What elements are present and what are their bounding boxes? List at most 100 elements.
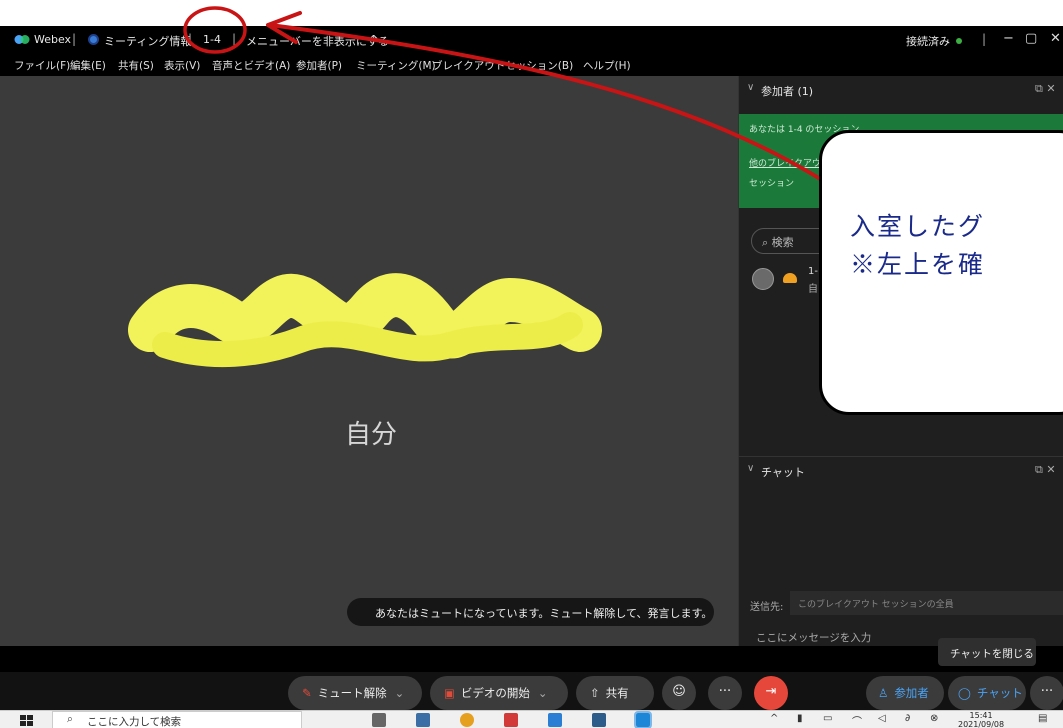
chevron-down-icon[interactable]: ∨ xyxy=(747,463,754,474)
send-to-label: 送信先: xyxy=(750,602,784,613)
share-icon: ⇧ xyxy=(590,686,600,700)
more-options-button[interactable]: ··· xyxy=(708,676,742,710)
video-off-icon: ▣ xyxy=(444,686,455,700)
search-icon: ⌕ xyxy=(762,236,772,249)
meeting-controls: ✎ ミュート解除 ⌄ ▣ ビデオの開始 ⌄ ⇧ 共有 ☺ ··· ⇥ ♙ 参加者 ◯ チャット… xyxy=(0,672,1063,710)
menu-view[interactable]: 表示(V) xyxy=(164,58,200,73)
taskbar-search-input[interactable]: ⌕ ここに入力して検索 xyxy=(52,711,302,728)
participants-panel-title: 参加者 (1) xyxy=(761,85,814,98)
tray-icon[interactable]: ▮ xyxy=(797,713,803,724)
self-label: 自分 xyxy=(345,420,398,450)
popout-close-icon[interactable]: ⧉ ✕ xyxy=(1035,82,1056,96)
chat-button[interactable]: ◯ チャット xyxy=(948,676,1026,710)
tray-icon[interactable]: ⊗ xyxy=(930,713,938,724)
mute-notice: あなたはミュートになっています。ミュート解除して、発言します。 xyxy=(347,598,714,626)
menu-participants[interactable]: 参加者(P) xyxy=(296,58,342,73)
windows-start-icon[interactable] xyxy=(20,715,33,726)
unmute-button[interactable]: ✎ ミュート解除 ⌄ xyxy=(288,676,422,710)
session-name: 1-4 xyxy=(203,33,221,46)
menu-bar: ファイル(F) 編集(E) 共有(S) 表示(V) 音声とビデオ(A) 参加者(… xyxy=(0,54,1063,76)
menu-breakout[interactable]: ブレイクアウトセッション(B) xyxy=(432,58,573,73)
taskbar-search-placeholder: ここに入力して検索 xyxy=(87,716,182,728)
chrome-icon[interactable] xyxy=(460,713,474,727)
network-icon[interactable]: ⌒ xyxy=(852,713,862,728)
send-to-select[interactable]: このブレイクアウト セッションの全員 xyxy=(790,591,1063,615)
windows-taskbar: ⌕ ここに入力して検索 ^ ▮ ▭ ⌒ ◁ ∂ ⊗ 15:41 2021/09/… xyxy=(0,710,1063,728)
menu-share[interactable]: 共有(S) xyxy=(118,58,154,73)
chevron-down-icon[interactable]: ⌄ xyxy=(538,686,548,700)
session-item[interactable]: セッション xyxy=(749,176,794,189)
person-icon: ♙ xyxy=(878,686,889,700)
edge-icon[interactable] xyxy=(548,713,562,727)
search-icon: ⌕ xyxy=(67,713,73,725)
volume-icon[interactable]: ◁ xyxy=(878,713,886,724)
chat-panel-header[interactable]: ∨ チャット ⧉ ✕ xyxy=(739,456,1063,482)
app-icon[interactable] xyxy=(504,713,518,727)
tray-icon[interactable]: ▭ xyxy=(823,713,832,724)
participants-button[interactable]: ♙ 参加者 xyxy=(866,676,944,710)
host-icon xyxy=(783,273,797,283)
chat-panel-title: チャット xyxy=(761,466,805,479)
separator: | xyxy=(232,32,237,46)
menu-audio-video[interactable]: 音声とビデオ(A) xyxy=(212,58,290,73)
participant-sub: 自 xyxy=(808,284,818,295)
callout-line-1: 入室したグ xyxy=(850,212,986,241)
separator: | xyxy=(188,32,193,46)
participants-panel-header[interactable]: ∨ 参加者 (1) ⧉ ✕ xyxy=(739,76,1063,102)
chat-label: チャット xyxy=(976,686,1023,700)
clock-time: 15:41 xyxy=(969,711,993,720)
file-explorer-icon[interactable] xyxy=(416,713,430,727)
more-icon: ··· xyxy=(718,684,732,699)
popout-close-icon[interactable]: ⧉ ✕ xyxy=(1035,463,1056,477)
menu-edit[interactable]: 編集(E) xyxy=(70,58,106,73)
chevron-down-icon[interactable]: ⌄ xyxy=(395,686,405,700)
more-icon: ··· xyxy=(1040,684,1054,699)
minimize-icon[interactable]: − xyxy=(1003,31,1014,46)
chevron-down-icon[interactable]: ∨ xyxy=(747,82,754,93)
meeting-info-icon[interactable] xyxy=(88,34,99,45)
share-button[interactable]: ⇧ 共有 xyxy=(576,676,654,710)
mic-muted-icon: ✎ xyxy=(302,686,312,700)
menu-help[interactable]: ヘルプ(H) xyxy=(583,58,631,73)
participants-label: 参加者 xyxy=(894,686,929,700)
app-name: Webex xyxy=(34,33,72,46)
participant-id: 1- xyxy=(808,266,818,277)
leave-meeting-button[interactable]: ⇥ xyxy=(754,676,788,710)
smile-icon: ☺ xyxy=(672,684,686,699)
tray-chevron-icon[interactable]: ^ xyxy=(770,713,778,724)
other-breakouts-link[interactable]: 他のブレイクアウ xyxy=(749,156,821,169)
restore-icon[interactable]: ▢ xyxy=(1025,31,1037,46)
notification-icon[interactable]: ▤ xyxy=(1038,713,1047,724)
reactions-button[interactable]: ☺ xyxy=(662,676,696,710)
webex-meeting-taskbar-icon[interactable] xyxy=(634,711,652,728)
close-icon[interactable]: ✕ xyxy=(1050,31,1061,46)
separator: | xyxy=(982,32,987,46)
menu-file[interactable]: ファイル(F) xyxy=(14,58,70,73)
search-placeholder: 検索 xyxy=(771,236,794,249)
more-panels-button[interactable]: ··· xyxy=(1030,676,1063,710)
annotation-callout-text: 入室したグ ※左上を確 xyxy=(850,208,985,284)
webex-logo-icon xyxy=(14,35,30,44)
exit-icon: ⇥ xyxy=(765,684,777,699)
chevron-up-icon[interactable]: ^ xyxy=(369,33,378,46)
chat-bubble-icon: ◯ xyxy=(958,686,971,700)
video-stage: 自分 xyxy=(0,76,738,646)
connection-status: 接続済み xyxy=(906,35,950,48)
separator: | xyxy=(72,32,77,46)
start-video-button[interactable]: ▣ ビデオの開始 ⌄ xyxy=(430,676,568,710)
start-video-label: ビデオの開始 xyxy=(460,686,530,700)
menu-meeting[interactable]: ミーティング(M) xyxy=(356,58,436,73)
meeting-info-button[interactable]: ミーティング情報 xyxy=(104,33,191,49)
title-bar: Webex | ミーティング情報 | 1-4 | メニューバーを非表示にする ^… xyxy=(0,26,1063,54)
close-chat-button[interactable]: チャットを閉じる xyxy=(938,638,1036,666)
taskbar-clock[interactable]: 15:41 2021/09/08 xyxy=(958,711,1004,728)
participant-avatar[interactable] xyxy=(752,268,774,290)
hide-menu-bar-button[interactable]: メニューバーを非表示にする xyxy=(246,33,389,49)
task-view-icon[interactable] xyxy=(372,713,386,727)
webex-taskbar-icon[interactable] xyxy=(592,713,606,727)
unmute-label: ミュート解除 xyxy=(317,686,387,700)
connected-dot-icon xyxy=(956,38,962,44)
chat-message-input[interactable]: ここにメッセージを入力 xyxy=(756,630,871,645)
tray-icon[interactable]: ∂ xyxy=(905,713,910,724)
clock-date: 2021/09/08 xyxy=(958,720,1005,728)
